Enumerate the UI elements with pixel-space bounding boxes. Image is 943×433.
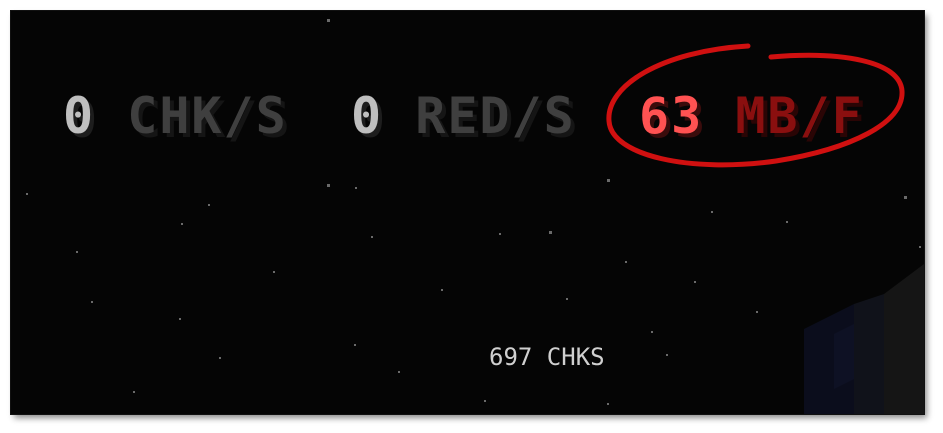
redraws-value: 0: [351, 87, 384, 145]
redraws-stat: 0 RED/S: [351, 81, 576, 151]
starfield: [26, 19, 921, 405]
game-viewport: 0 CHK/S 0 RED/S 63 MB/F 697 CHKS: [10, 10, 925, 415]
chunk-updates-stat: 0 CHK/S: [63, 81, 288, 151]
memory-stat: 63 MB/F: [639, 81, 864, 151]
memory-value: 63: [639, 87, 704, 145]
chunk-updates-unit: CHK/S: [127, 87, 288, 145]
total-chunks-label: 697 CHKS: [489, 343, 605, 371]
memory-unit: MB/F: [735, 87, 864, 145]
block-edge-decoration: [804, 264, 924, 414]
redraws-unit: RED/S: [415, 87, 576, 145]
chunk-updates-value: 0: [63, 87, 96, 145]
performance-stats: 0 CHK/S 0 RED/S 63 MB/F: [11, 81, 924, 151]
